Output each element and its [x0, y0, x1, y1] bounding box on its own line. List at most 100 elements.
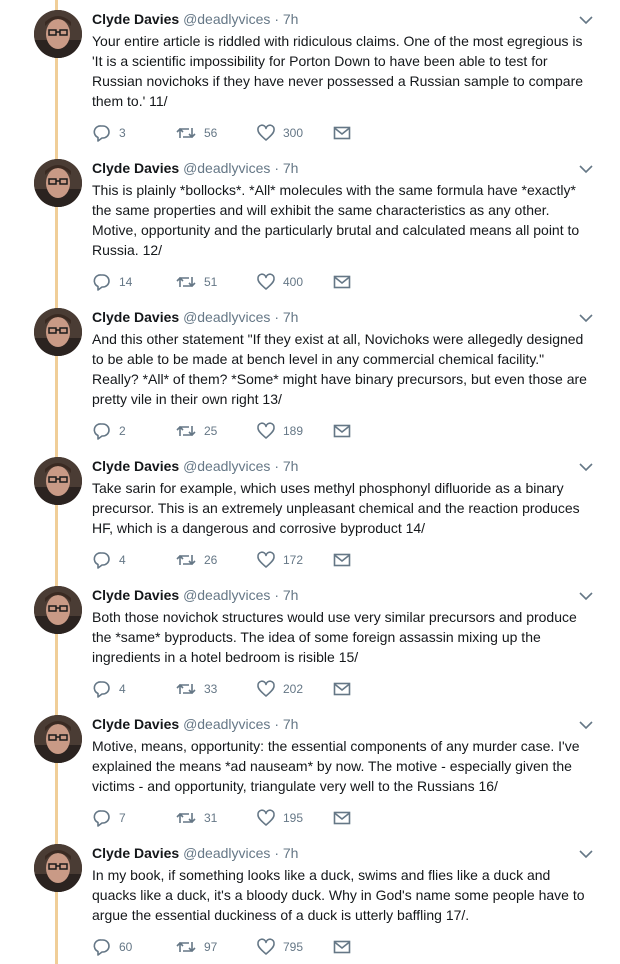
tweet-header: Clyde Davies @deadlyvices · 7h [92, 586, 298, 604]
chevron-down-icon[interactable] [577, 162, 595, 176]
reply-button[interactable]: 4 [92, 550, 126, 570]
tweet[interactable]: Clyde Davies @deadlyvices · 7h Motive, m… [0, 715, 620, 835]
avatar[interactable] [34, 844, 82, 892]
like-count: 795 [283, 940, 304, 954]
retweet-button[interactable]: 97 [175, 937, 217, 957]
heart-icon [256, 123, 276, 143]
retweet-icon [175, 550, 197, 570]
direct-message-button[interactable] [332, 550, 352, 570]
author-handle[interactable]: @deadlyvices [183, 11, 270, 27]
author-handle[interactable]: @deadlyvices [183, 160, 270, 176]
tweet[interactable]: Clyde Davies @deadlyvices · 7h Take sari… [0, 457, 620, 577]
author-handle[interactable]: @deadlyvices [183, 458, 270, 474]
tweet-text: Motive, means, opportunity: the essentia… [92, 738, 580, 794]
timestamp[interactable]: 7h [283, 587, 299, 603]
author-name[interactable]: Clyde Davies [92, 309, 179, 325]
tweet[interactable]: Clyde Davies @deadlyvices · 7h In my boo… [0, 844, 620, 964]
reply-count: 14 [119, 275, 133, 289]
retweet-count: 56 [204, 126, 218, 140]
author-name[interactable]: Clyde Davies [92, 716, 179, 732]
timestamp[interactable]: 7h [283, 458, 299, 474]
retweet-icon [175, 421, 197, 441]
reply-button[interactable]: 4 [92, 679, 126, 699]
like-count: 202 [283, 682, 304, 696]
retweet-icon [175, 808, 197, 828]
separator-dot: · [274, 716, 279, 732]
envelope-icon [332, 808, 352, 828]
tweet[interactable]: Clyde Davies @deadlyvices · 7h This is p… [0, 159, 620, 299]
avatar[interactable] [34, 586, 82, 634]
retweet-button[interactable]: 26 [175, 550, 217, 570]
direct-message-button[interactable] [332, 679, 352, 699]
tweet[interactable]: Clyde Davies @deadlyvices · 7h Your enti… [0, 10, 620, 150]
like-button[interactable]: 400 [256, 272, 303, 292]
separator-dot: · [274, 11, 279, 27]
author-name[interactable]: Clyde Davies [92, 587, 179, 603]
like-button[interactable]: 300 [256, 123, 303, 143]
timestamp[interactable]: 7h [283, 160, 299, 176]
direct-message-button[interactable] [332, 123, 352, 143]
retweet-button[interactable]: 25 [175, 421, 217, 441]
timestamp[interactable]: 7h [283, 11, 299, 27]
reply-button[interactable]: 2 [92, 421, 126, 441]
direct-message-button[interactable] [332, 272, 352, 292]
tweet-text: This is plainly *bollocks*. *All* molecu… [92, 182, 580, 258]
author-handle[interactable]: @deadlyvices [183, 587, 270, 603]
retweet-button[interactable]: 51 [175, 272, 217, 292]
chevron-down-icon[interactable] [577, 718, 595, 732]
envelope-icon [332, 272, 352, 292]
like-button[interactable]: 795 [256, 937, 303, 957]
tweet[interactable]: Clyde Davies @deadlyvices · 7h And this … [0, 308, 620, 448]
like-button[interactable]: 172 [256, 550, 303, 570]
tweet-text: Take sarin for example, which uses methy… [92, 480, 580, 536]
like-count: 300 [283, 126, 304, 140]
retweet-count: 33 [204, 682, 218, 696]
chevron-down-icon[interactable] [577, 460, 595, 474]
author-name[interactable]: Clyde Davies [92, 845, 179, 861]
reply-icon [92, 421, 112, 441]
author-handle[interactable]: @deadlyvices [183, 845, 270, 861]
avatar[interactable] [34, 10, 82, 58]
reply-button[interactable]: 60 [92, 937, 132, 957]
reply-icon [92, 937, 112, 957]
author-handle[interactable]: @deadlyvices [183, 716, 270, 732]
retweet-count: 31 [204, 811, 218, 825]
like-button[interactable]: 195 [256, 808, 303, 828]
author-name[interactable]: Clyde Davies [92, 160, 179, 176]
retweet-button[interactable]: 31 [175, 808, 217, 828]
chevron-down-icon[interactable] [577, 311, 595, 325]
author-name[interactable]: Clyde Davies [92, 458, 179, 474]
reply-button[interactable]: 14 [92, 272, 132, 292]
direct-message-button[interactable] [332, 808, 352, 828]
retweet-button[interactable]: 56 [175, 123, 217, 143]
avatar[interactable] [34, 159, 82, 207]
chevron-down-icon[interactable] [577, 847, 595, 861]
avatar[interactable] [34, 308, 82, 356]
retweet-icon [175, 123, 197, 143]
reply-icon [92, 550, 112, 570]
timestamp[interactable]: 7h [283, 845, 299, 861]
chevron-down-icon[interactable] [577, 13, 595, 27]
timestamp[interactable]: 7h [283, 309, 299, 325]
direct-message-button[interactable] [332, 937, 352, 957]
reply-button[interactable]: 3 [92, 123, 126, 143]
like-button[interactable]: 189 [256, 421, 303, 441]
author-handle[interactable]: @deadlyvices [183, 309, 270, 325]
like-count: 189 [283, 424, 304, 438]
author-name[interactable]: Clyde Davies [92, 11, 179, 27]
avatar[interactable] [34, 457, 82, 505]
tweet-header: Clyde Davies @deadlyvices · 7h [92, 715, 298, 733]
tweet[interactable]: Clyde Davies @deadlyvices · 7h Both thos… [0, 586, 620, 706]
tweet-header: Clyde Davies @deadlyvices · 7h [92, 457, 298, 475]
reply-button[interactable]: 7 [92, 808, 126, 828]
reply-count: 4 [119, 553, 126, 567]
chevron-down-icon[interactable] [577, 589, 595, 603]
retweet-button[interactable]: 33 [175, 679, 217, 699]
direct-message-button[interactable] [332, 421, 352, 441]
like-button[interactable]: 202 [256, 679, 303, 699]
tweet-header: Clyde Davies @deadlyvices · 7h [92, 308, 298, 326]
timestamp[interactable]: 7h [283, 716, 299, 732]
avatar[interactable] [34, 715, 82, 763]
heart-icon [256, 272, 276, 292]
like-count: 172 [283, 553, 304, 567]
